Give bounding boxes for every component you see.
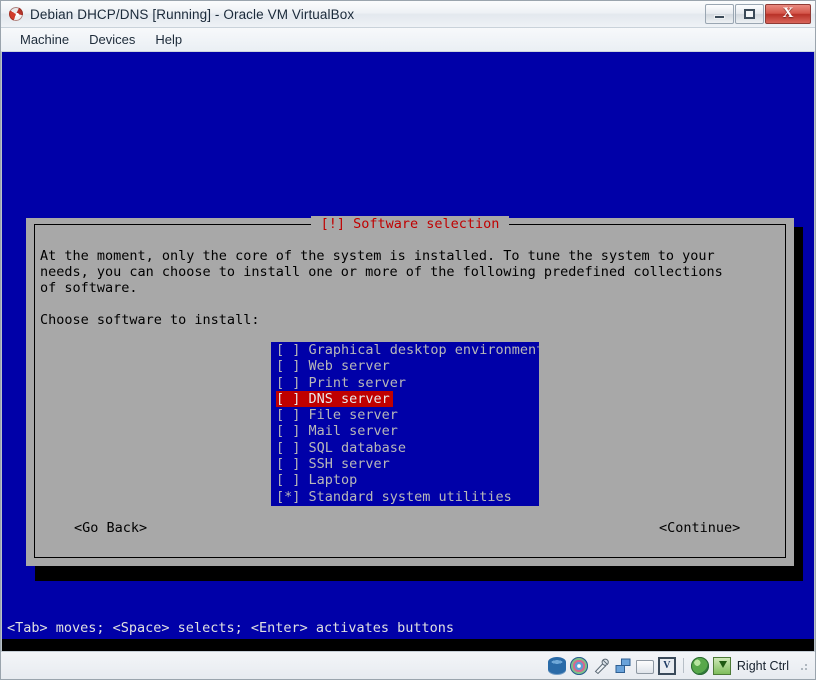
- screenshot-root: Debian DHCP/DNS [Running] - Oracle VM Vi…: [0, 0, 816, 680]
- minimize-icon: [714, 14, 725, 19]
- software-list-item-row[interactable]: [ ] SQL database: [276, 440, 539, 456]
- software-list-item[interactable]: [ ] SSH server: [276, 456, 539, 472]
- software-list-item-row[interactable]: [ ] Laptop: [276, 472, 539, 488]
- software-list-item-row[interactable]: [ ] SSH server: [276, 456, 539, 472]
- dialog-body-text: At the moment, only the core of the syst…: [40, 248, 731, 296]
- window-resize-grip[interactable]: [797, 659, 809, 672]
- software-list-item-row[interactable]: [ ] File server: [276, 407, 539, 423]
- host-key-label: Right Ctrl: [736, 658, 789, 673]
- menubar: Machine Devices Help: [1, 28, 815, 52]
- close-icon: X: [782, 5, 794, 21]
- software-list-item[interactable]: [ ] Mail server: [276, 423, 539, 439]
- vm-statusbar: V Right Ctrl: [1, 651, 815, 679]
- software-list-item-row[interactable]: [*] Standard system utilities: [276, 489, 539, 505]
- hard-disk-icon[interactable]: [547, 656, 566, 675]
- window-controls: X: [704, 2, 811, 25]
- shared-folders-icon[interactable]: [635, 659, 654, 674]
- software-list-item[interactable]: [ ] Graphical desktop environment: [276, 342, 539, 358]
- minimize-button[interactable]: [705, 3, 734, 24]
- software-list-item-selected[interactable]: [ ] DNS server: [276, 390, 393, 408]
- menu-help[interactable]: Help: [146, 30, 191, 49]
- debian-installer-console: [!] Software selection At the moment, on…: [2, 52, 814, 651]
- host-key-icon[interactable]: [712, 656, 731, 675]
- software-list-item[interactable]: [ ] SQL database: [276, 440, 539, 456]
- network-icon[interactable]: [614, 657, 632, 675]
- dialog-title: [!] Software selection: [26, 216, 794, 232]
- software-list-item[interactable]: [ ] DNS server: [276, 390, 539, 408]
- dialog-prompt-text: Choose software to install:: [40, 312, 260, 328]
- software-list-item[interactable]: [ ] Web server: [276, 358, 539, 374]
- maximize-button[interactable]: [735, 3, 764, 24]
- continue-button[interactable]: <Continue>: [659, 520, 740, 536]
- menu-devices[interactable]: Devices: [80, 30, 144, 49]
- virtualbox-window: Debian DHCP/DNS [Running] - Oracle VM Vi…: [0, 0, 816, 680]
- usb-icon[interactable]: [592, 657, 610, 675]
- window-title: Debian DHCP/DNS [Running] - Oracle VM Vi…: [30, 6, 355, 22]
- installer-help-line: <Tab> moves; <Space> selects; <Enter> ac…: [7, 620, 455, 636]
- vm-display[interactable]: [!] Software selection At the moment, on…: [1, 52, 815, 651]
- software-list-item[interactable]: [*] Standard system utilities: [276, 489, 539, 505]
- software-list-item-row[interactable]: [ ] Web server: [276, 358, 539, 374]
- software-list[interactable]: [ ] Graphical desktop environment[ ] Web…: [271, 342, 539, 506]
- optical-disk-icon[interactable]: [569, 656, 588, 675]
- software-list-item-row[interactable]: [ ] Graphical desktop environment: [276, 342, 539, 358]
- dialog-title-text: [!] Software selection: [310, 216, 510, 232]
- virtualbox-icon: [8, 6, 24, 22]
- software-list-item-row[interactable]: [ ] Print server: [276, 375, 539, 391]
- software-list-item[interactable]: [ ] Laptop: [276, 472, 539, 488]
- statusbar-divider: [682, 658, 684, 673]
- menu-machine[interactable]: Machine: [11, 30, 78, 49]
- software-list-item[interactable]: [ ] File server: [276, 407, 539, 423]
- software-list-item[interactable]: [ ] Print server: [276, 375, 539, 391]
- display-capture-icon[interactable]: V: [657, 656, 676, 675]
- go-back-button[interactable]: <Go Back>: [74, 520, 147, 536]
- window-titlebar[interactable]: Debian DHCP/DNS [Running] - Oracle VM Vi…: [1, 1, 815, 28]
- software-list-item-row[interactable]: [ ] Mail server: [276, 423, 539, 439]
- close-button[interactable]: X: [765, 3, 811, 24]
- remote-desktop-globe-icon[interactable]: [690, 656, 709, 675]
- maximize-icon: [744, 8, 755, 19]
- console-bottom-strip: [2, 639, 814, 651]
